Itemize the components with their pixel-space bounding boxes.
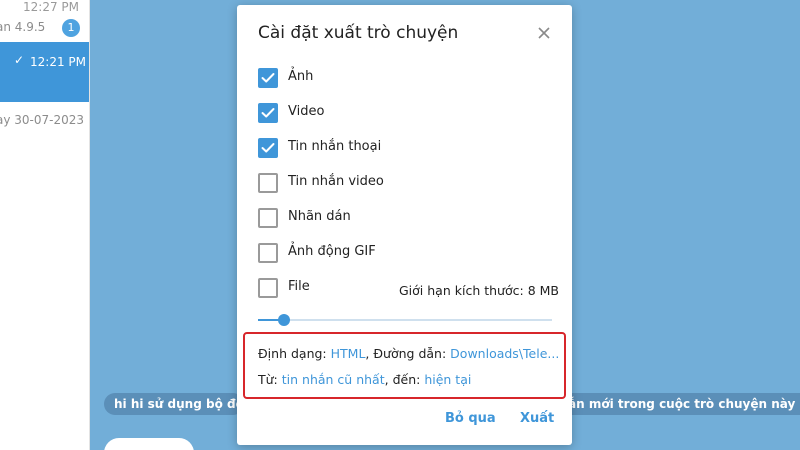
format-link[interactable]: HTML: [331, 346, 366, 361]
checkbox[interactable]: [258, 173, 278, 193]
size-limit-value: 8 MB: [527, 283, 559, 298]
chat-time: 12:21 PM: [30, 55, 86, 69]
dialog-title: Cài đặt xuất trò chuyện: [258, 23, 459, 43]
option-label: Ảnh: [288, 69, 314, 84]
option-label: Video: [288, 104, 325, 119]
to-link[interactable]: hiện tại: [424, 372, 471, 387]
message-bubble: ắn mới trong cuộc trò chuyện này sẽ tự đ: [560, 393, 800, 415]
option-label: File: [288, 279, 310, 294]
from-link[interactable]: tin nhắn cũ nhất: [282, 372, 385, 387]
format-label: Định dạng:: [258, 346, 327, 361]
option-gifs[interactable]: Ảnh động GIF: [258, 243, 558, 267]
skip-button[interactable]: Bỏ qua: [445, 411, 496, 426]
path-link[interactable]: Downloads\Tele...: [450, 346, 559, 361]
checkbox[interactable]: [258, 278, 278, 298]
option-photos[interactable]: Ảnh: [258, 68, 558, 92]
unread-badge: 1: [62, 19, 80, 37]
checkbox[interactable]: [258, 243, 278, 263]
checkbox[interactable]: [258, 103, 278, 123]
highlight-box: [243, 332, 566, 399]
export-chat-dialog: Cài đặt xuất trò chuyện Ảnh Video Tin nh…: [237, 5, 572, 445]
option-label: Tin nhắn thoại: [288, 139, 382, 154]
option-label: Tin nhắn video: [288, 174, 384, 189]
checkbox[interactable]: [258, 68, 278, 88]
path-label: , Đường dẫn:: [365, 346, 447, 361]
chat-preview: ay 30-07-2023: [0, 113, 85, 127]
checkbox[interactable]: [258, 138, 278, 158]
close-icon[interactable]: [533, 22, 555, 44]
option-voice-messages[interactable]: Tin nhắn thoại: [258, 138, 558, 162]
size-limit-label: Giới hạn kích thước:: [399, 283, 524, 298]
option-label: Nhãn dán: [288, 209, 351, 224]
chat-preview: an 4.9.5: [0, 20, 46, 34]
check-icon: [261, 143, 275, 153]
from-label: Từ:: [258, 372, 278, 387]
check-icon: [261, 73, 275, 83]
format-path-row: Định dạng: HTML, Đường dẫn: Downloads\Te…: [258, 346, 559, 361]
option-stickers[interactable]: Nhãn dán: [258, 208, 558, 232]
slider-track[interactable]: [258, 319, 552, 321]
option-label: Ảnh động GIF: [288, 244, 376, 259]
size-limit: Giới hạn kích thước: 8 MB: [399, 283, 559, 298]
message-bubble: hi hi sử dụng bộ đếm: [104, 393, 244, 415]
chat-list-sidebar: 12:27 PM an 4.9.5 1 ✓ 12:21 PM ay 30-07-…: [0, 0, 90, 450]
checkbox[interactable]: [258, 208, 278, 228]
range-row: Từ: tin nhắn cũ nhất, đến: hiện tại: [258, 372, 471, 387]
to-label: , đến:: [384, 372, 421, 387]
slider-thumb[interactable]: [278, 314, 291, 326]
option-videos[interactable]: Video: [258, 103, 558, 127]
export-button[interactable]: Xuất: [520, 411, 554, 426]
option-video-messages[interactable]: Tin nhắn video: [258, 173, 558, 197]
sent-check-icon: ✓: [14, 53, 25, 67]
check-icon: [261, 108, 275, 118]
option-files[interactable]: File: [258, 278, 398, 302]
message-input[interactable]: [104, 438, 194, 450]
chat-list-item-active[interactable]: ✓ 12:21 PM: [0, 42, 89, 102]
size-limit-slider[interactable]: [258, 314, 552, 326]
chat-time: 12:27 PM: [23, 0, 79, 14]
